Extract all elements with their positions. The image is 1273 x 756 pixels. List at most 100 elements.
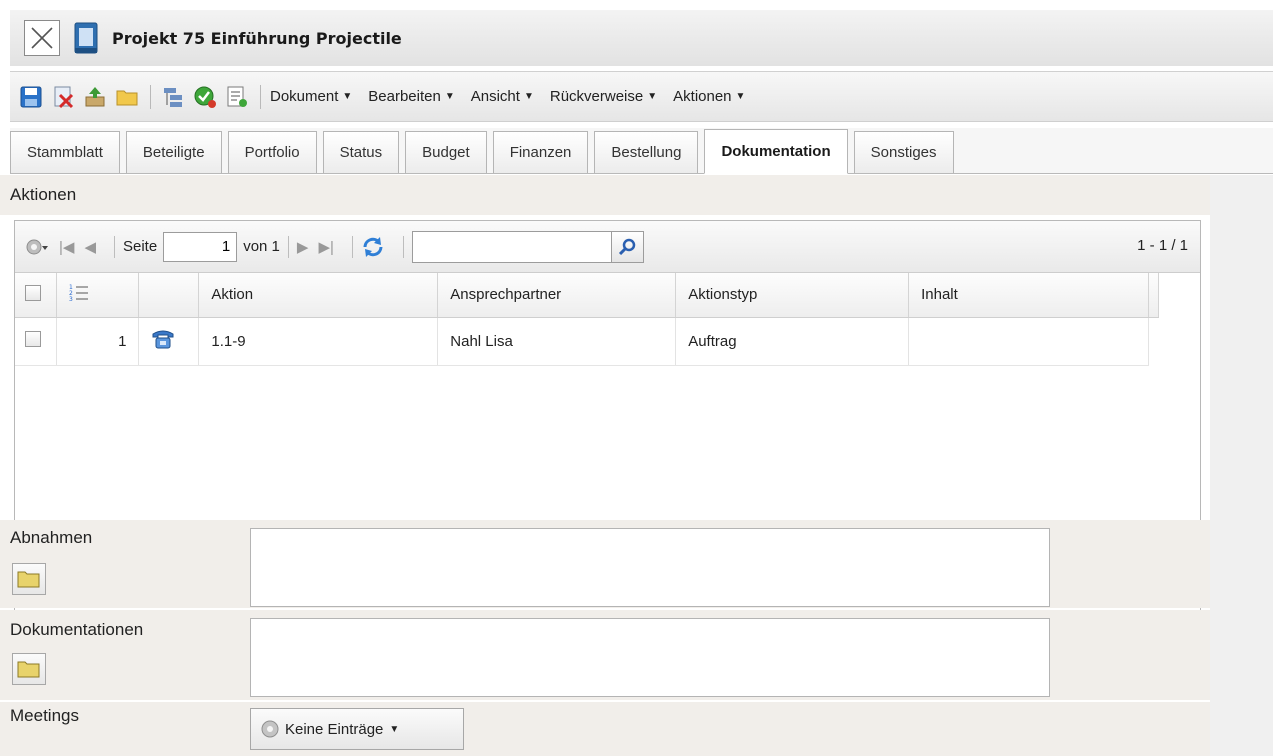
discard-button[interactable] bbox=[50, 84, 76, 110]
tab-bestellung[interactable]: Bestellung bbox=[594, 131, 699, 173]
menu-rueckverweise[interactable]: Rückverweise ▼ bbox=[550, 88, 657, 105]
tab-stammblatt[interactable]: Stammblatt bbox=[10, 131, 120, 173]
meetings-label: Meetings bbox=[10, 706, 79, 725]
svg-text:3: 3 bbox=[69, 296, 73, 303]
close-button[interactable] bbox=[24, 20, 60, 56]
caret-down-icon: ▼ bbox=[444, 91, 455, 102]
last-page-icon: ▶| bbox=[318, 238, 334, 256]
structure-button[interactable] bbox=[160, 84, 186, 110]
export-button[interactable] bbox=[82, 84, 108, 110]
dokumentationen-field[interactable] bbox=[250, 618, 1050, 697]
last-page-button[interactable]: ▶| bbox=[318, 238, 333, 256]
row-type-cell bbox=[138, 317, 200, 366]
table-header-row: 1 2 3 Aktion Ansprechpartner Aktionstyp … bbox=[15, 273, 1160, 318]
tab-portfolio[interactable]: Portfolio bbox=[227, 131, 317, 173]
tab-budget[interactable]: Budget bbox=[405, 131, 487, 173]
meetings-row bbox=[0, 702, 1210, 756]
caret-down-icon: ▼ bbox=[342, 91, 353, 102]
row-inhalt bbox=[908, 317, 1149, 366]
caret-down-icon: ▼ bbox=[647, 91, 658, 102]
tab-finanzen[interactable]: Finanzen bbox=[492, 131, 589, 173]
approve-button[interactable] bbox=[192, 84, 218, 110]
caret-down-icon: ▼ bbox=[389, 723, 400, 735]
pager-separator bbox=[287, 235, 289, 258]
tab-sonstiges[interactable]: Sonstiges bbox=[853, 131, 954, 173]
prev-page-button[interactable]: ◀ bbox=[84, 238, 96, 256]
grid-settings-button[interactable] bbox=[25, 237, 49, 257]
right-gutter bbox=[1210, 175, 1273, 756]
discard-document-icon bbox=[54, 86, 74, 108]
toolbar: Dokument ▼ Bearbeiten ▼ Ansicht ▼ Rückverwe… bbox=[10, 71, 1273, 122]
save-button[interactable] bbox=[18, 84, 44, 110]
report-icon bbox=[227, 86, 247, 107]
row-aktionstyp: Auftrag bbox=[675, 317, 910, 366]
grid-search-button[interactable] bbox=[611, 230, 644, 263]
tab-dokumentation[interactable]: Dokumentation bbox=[704, 129, 848, 174]
open-folder-button[interactable] bbox=[114, 84, 140, 110]
dokumentationen-label: Dokumentationen bbox=[10, 620, 144, 639]
page-of-label: von 1 bbox=[243, 238, 280, 255]
tab-bar: Stammblatt Beteiligte Portfolio Status B… bbox=[10, 128, 1273, 174]
documentation-panel: Aktionen |◀ ◀ Seite von 1 ▶ ▶| bbox=[0, 175, 1210, 756]
prev-page-icon: ◀ bbox=[84, 238, 96, 256]
row-ansprechpartner: Nahl Lisa bbox=[437, 317, 677, 366]
caret-down-icon: ▼ bbox=[523, 91, 534, 102]
toolbar-separator bbox=[150, 84, 151, 109]
menu-ansicht[interactable]: Ansicht ▼ bbox=[471, 88, 534, 105]
column-aktion[interactable]: Aktion bbox=[198, 273, 439, 318]
caret-down-icon: ▼ bbox=[735, 91, 746, 102]
abnahmen-field[interactable] bbox=[250, 528, 1050, 607]
pager-separator bbox=[351, 235, 353, 258]
row-number: 1 bbox=[56, 317, 140, 366]
gear-icon bbox=[261, 720, 279, 738]
abnahmen-folder-button[interactable] bbox=[12, 563, 46, 595]
column-aktionstyp[interactable]: Aktionstyp bbox=[675, 273, 910, 318]
record-count: 1 - 1 / 1 bbox=[1137, 237, 1188, 254]
row-number-header[interactable]: 1 2 3 bbox=[56, 273, 140, 318]
pager-separator bbox=[402, 235, 404, 258]
upload-box-icon bbox=[85, 86, 105, 106]
refresh-button[interactable] bbox=[361, 235, 385, 259]
abnahmen-label: Abnahmen bbox=[10, 528, 93, 547]
dokumentationen-folder-button[interactable] bbox=[12, 653, 46, 685]
folder-icon bbox=[17, 661, 40, 678]
next-page-icon: ▶ bbox=[296, 238, 309, 256]
page-number-input[interactable] bbox=[163, 231, 238, 262]
first-page-icon: |◀ bbox=[59, 238, 75, 256]
row-aktion: 1.1-9 bbox=[198, 317, 439, 366]
tab-beteiligte[interactable]: Beteiligte bbox=[125, 131, 222, 173]
check-circle-icon bbox=[194, 86, 216, 108]
menu-dokument[interactable]: Dokument ▼ bbox=[270, 88, 352, 105]
close-icon bbox=[31, 27, 53, 49]
aktionen-label: Aktionen bbox=[10, 185, 77, 204]
toolbar-separator bbox=[260, 84, 261, 109]
column-spacer bbox=[1148, 273, 1160, 318]
hierarchy-icon bbox=[164, 87, 182, 107]
grid-pager: |◀ ◀ Seite von 1 ▶ ▶| bbox=[15, 221, 1200, 273]
table-row[interactable]: 1 1.1-9 Nahl Lisa Auftrag bbox=[15, 317, 1159, 366]
next-page-button[interactable]: ▶ bbox=[297, 238, 309, 256]
search-icon bbox=[619, 238, 636, 255]
column-inhalt[interactable]: Inhalt bbox=[908, 273, 1149, 318]
report-button[interactable] bbox=[224, 84, 250, 110]
tab-status[interactable]: Status bbox=[322, 131, 400, 173]
folder-icon bbox=[17, 571, 40, 588]
first-page-button[interactable]: |◀ bbox=[59, 238, 74, 256]
row-checkbox-cell bbox=[15, 317, 58, 366]
meetings-dropdown-label: Keine Einträge bbox=[285, 720, 384, 738]
aktionen-header bbox=[0, 175, 1210, 215]
aktionen-table: 1 2 3 Aktion Ansprechpartner Aktionstyp … bbox=[15, 273, 1160, 366]
numbered-list-icon: 1 2 3 bbox=[69, 284, 89, 303]
meetings-dropdown[interactable]: Keine Einträge ▼ bbox=[250, 708, 464, 750]
grid-search-input[interactable] bbox=[411, 230, 612, 263]
row-checkbox[interactable] bbox=[25, 331, 41, 347]
gear-icon bbox=[26, 239, 48, 254]
refresh-icon bbox=[363, 236, 383, 257]
column-ansprechpartner[interactable]: Ansprechpartner bbox=[437, 273, 677, 318]
menu-bearbeiten[interactable]: Bearbeiten ▼ bbox=[368, 88, 454, 105]
folder-icon bbox=[116, 90, 138, 105]
save-icon bbox=[20, 86, 42, 107]
menu-aktionen[interactable]: Aktionen ▼ bbox=[673, 88, 745, 105]
title-bar: Projekt 75 Einführung Projectile bbox=[10, 10, 1273, 66]
select-all-checkbox[interactable] bbox=[25, 284, 41, 301]
